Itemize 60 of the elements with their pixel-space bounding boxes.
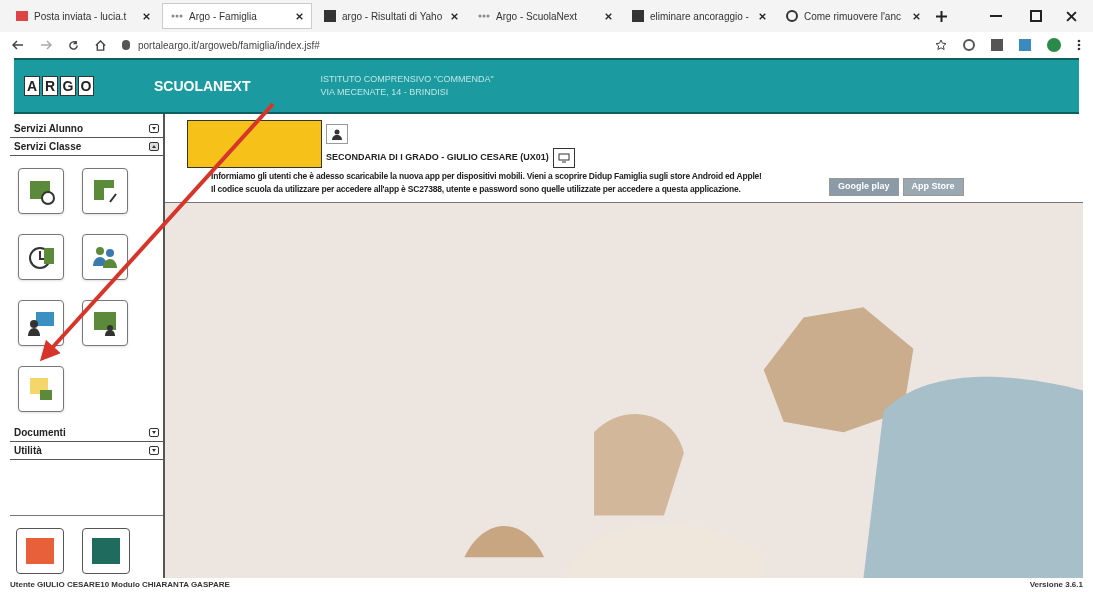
section-header[interactable]: Documenti (10, 424, 163, 442)
star-icon[interactable] (935, 39, 947, 51)
browser-tab[interactable]: argo - Risultati di Yaho (316, 3, 466, 29)
collapse-icon[interactable] (149, 142, 159, 151)
school-address: VIA MECENATE, 14 - BRINDISI (320, 86, 450, 99)
back-icon[interactable] (12, 40, 24, 50)
square-icon (632, 10, 644, 22)
expand-icon[interactable] (149, 428, 159, 437)
service-tile[interactable] (18, 300, 64, 346)
service-tile[interactable] (82, 168, 128, 214)
service-tile[interactable] (82, 300, 128, 346)
browser-tab[interactable]: Come rimuovere l'anc (778, 3, 928, 29)
notice-text: Informiamo gli utenti che è adesso scaricabile la nuova app per dispositivi mobili. Vieni a scoprire Didup Famiglia sugli store Android ed Apple! (211, 170, 762, 183)
logo-letter: R (42, 76, 58, 96)
maximize-icon[interactable] (1030, 10, 1042, 22)
service-tile[interactable] (82, 234, 128, 280)
user-info: Utente GIULIO CESARE10 Modulo CHIARANTA GASPARE (10, 579, 230, 591)
service-tile[interactable] (18, 234, 64, 280)
browser-tab[interactable]: eliminare ancoraggio - (624, 3, 774, 29)
user-icon (331, 128, 343, 140)
browser-tab[interactable]: Argo - ScuolaNext (470, 3, 620, 29)
close-icon[interactable] (1066, 10, 1077, 22)
section-header[interactable]: Utilità (10, 442, 163, 460)
school-unit: SECONDARIA DI I GRADO - GIULIO CESARE (UX01) (326, 151, 549, 165)
profile-icon[interactable] (1047, 38, 1061, 52)
reload-icon[interactable] (68, 39, 79, 51)
close-icon[interactable] (296, 12, 303, 20)
logo-letter: G (60, 76, 76, 96)
monitor-icon (557, 153, 570, 163)
browser-tab[interactable]: Argo - Famiglia (162, 3, 312, 29)
school-name: ISTITUTO COMPRENSIVO "COMMENDA" (320, 73, 494, 86)
close-icon[interactable] (913, 12, 920, 20)
dots-icon (171, 14, 183, 18)
product-name: SCUOLANEXT (154, 76, 251, 96)
app-tile[interactable] (16, 528, 64, 574)
menu-icon[interactable] (1077, 39, 1081, 51)
version-text: Versione 3.6.1 (1029, 579, 1083, 591)
url-field[interactable]: portaleargo.it/argoweb/famiglia/index.jsf# (138, 37, 919, 53)
close-icon[interactable] (451, 12, 458, 20)
expand-icon[interactable] (149, 446, 159, 455)
section-header[interactable]: Servizi Alunno (10, 120, 163, 138)
section-header[interactable]: Servizi Classe (10, 138, 163, 156)
close-icon[interactable] (759, 12, 766, 20)
app-tile[interactable] (82, 528, 130, 574)
service-tile[interactable] (18, 366, 64, 412)
extension-icon[interactable] (963, 39, 975, 51)
change-unit-button[interactable] (552, 148, 575, 168)
dots-icon (478, 14, 490, 18)
notice-text: Il codice scuola da utilizzare per accedere all'app è SC27388, utente e password sono quelle utilizzate per accedere a questa applicazione. (211, 183, 742, 196)
close-icon[interactable] (605, 12, 612, 20)
service-tile[interactable] (18, 168, 64, 214)
expand-icon[interactable] (149, 124, 159, 133)
user-button[interactable] (326, 124, 348, 144)
close-icon[interactable] (143, 12, 150, 20)
square-icon (324, 10, 336, 22)
home-icon[interactable] (95, 39, 106, 51)
logo-letter: A (24, 76, 40, 96)
logo-letter: O (78, 76, 94, 96)
browser-tab[interactable]: Posta inviata - lucia.t (8, 3, 158, 29)
new-tab-icon[interactable] (936, 10, 947, 22)
